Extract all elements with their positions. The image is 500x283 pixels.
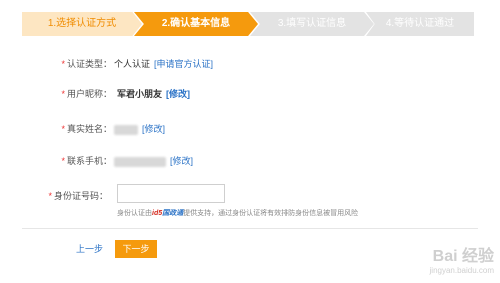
- step-choose-method: 1.选择认证方式: [22, 12, 142, 36]
- verification-card: 1.选择认证方式 2.确认基本信息 3.填写认证信息 4.等待认证通过 * 认证类…: [0, 0, 500, 283]
- edit-phone-link[interactable]: [修改]: [170, 156, 193, 166]
- phone-label: * 联系手机：: [61, 154, 112, 167]
- baidu-jingyan-watermark: Bai 经验 jingyan.baidu.com: [430, 242, 494, 275]
- step-fill-info: 3.填写认证信息: [250, 12, 374, 36]
- realname-label-text: 真实姓名：: [66, 124, 112, 134]
- step-label: 1.选择认证方式: [47, 18, 117, 29]
- id5-logo: id5国政通: [152, 210, 183, 217]
- edit-nickname-link[interactable]: [修改]: [166, 89, 190, 99]
- step-confirm-info: 2.确认基本信息: [134, 12, 258, 36]
- nickname-label: * 用户昵称：: [61, 87, 112, 100]
- id5-logo-cn: 国政通: [162, 210, 184, 217]
- required-mark: *: [48, 191, 52, 201]
- hint-prefix: 身份认证由: [117, 210, 152, 217]
- cert-type-text: 个人认证: [114, 59, 151, 69]
- watermark-url: jingyan.baidu.com: [429, 266, 494, 275]
- nickname-value: 军君小朋友 [修改]: [117, 87, 190, 100]
- redacted-phone: [114, 156, 166, 167]
- id-number-label-text: 身份证号码：: [53, 191, 108, 201]
- redacted-name: [114, 124, 138, 135]
- nickname-label-text: 用户昵称：: [66, 89, 112, 99]
- cert-type-label-text: 认证类型：: [66, 59, 112, 69]
- watermark-title: Bai 经验: [432, 248, 494, 265]
- step-label: 4.等待认证通过: [385, 18, 455, 29]
- next-step-button[interactable]: 下一步: [115, 240, 157, 258]
- id5-logo-text: id5: [152, 210, 163, 217]
- id-number-label: * 身份证号码：: [48, 189, 108, 202]
- realname-label: * 真实姓名：: [61, 122, 112, 135]
- edit-realname-link[interactable]: [修改]: [142, 124, 165, 134]
- nickname-text: 军君小朋友: [117, 89, 163, 99]
- apply-official-cert-link[interactable]: [申请官方认证]: [154, 59, 213, 69]
- required-mark: *: [61, 124, 65, 134]
- step-label: 3.填写认证信息: [277, 18, 347, 29]
- id-verification-hint: 身份认证由id5国政通提供支持，通过身份认证将有效排防身份信息被冒用风险: [117, 208, 358, 218]
- progress-steps: 1.选择认证方式 2.确认基本信息 3.填写认证信息 4.等待认证通过: [22, 12, 474, 36]
- hint-suffix: 提供支持，通过身份认证将有效排防身份信息被冒用风险: [183, 210, 359, 217]
- cert-type-value: 个人认证 [申请官方认证]: [114, 57, 213, 70]
- divider: [22, 228, 478, 229]
- realname-value: [修改]: [114, 122, 165, 135]
- required-mark: *: [61, 59, 65, 69]
- cert-type-label: * 认证类型：: [61, 57, 112, 70]
- prev-step-link[interactable]: 上一步: [76, 242, 103, 255]
- required-mark: *: [61, 156, 65, 166]
- step-label: 2.确认基本信息: [161, 18, 231, 29]
- id-number-input[interactable]: [117, 184, 225, 203]
- required-mark: *: [61, 89, 65, 99]
- phone-value: [修改]: [114, 154, 193, 167]
- phone-label-text: 联系手机：: [66, 156, 112, 166]
- step-wait-approval: 4.等待认证通过: [366, 12, 474, 36]
